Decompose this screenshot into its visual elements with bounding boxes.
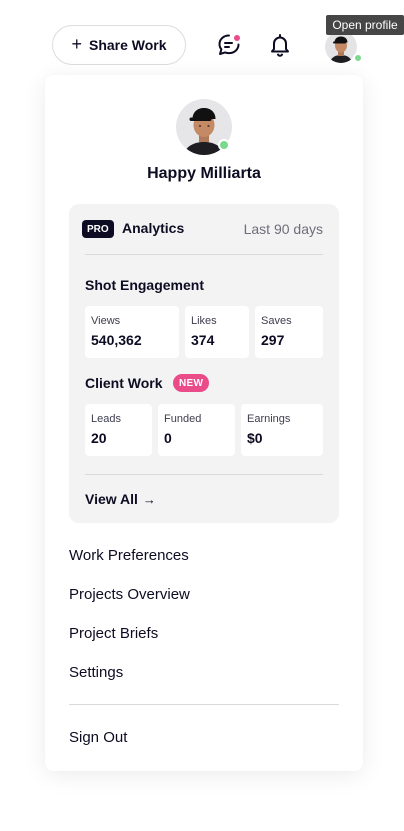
sign-out-link[interactable]: Sign Out — [69, 729, 127, 746]
stat-label: Likes — [191, 315, 217, 327]
stat-value: 20 — [91, 430, 107, 446]
stat-label: Funded — [164, 413, 202, 425]
stat-value: 540,362 — [91, 332, 142, 348]
new-badge: NEW — [173, 374, 210, 392]
analytics-card: PRO Analytics Last 90 days Shot Engageme… — [69, 204, 339, 523]
arrow-right-icon: → — [142, 491, 156, 507]
bell-icon — [271, 34, 289, 57]
stat-value: 297 — [261, 332, 285, 348]
pro-badge: PRO — [82, 220, 114, 238]
analytics-title: Analytics — [122, 220, 185, 236]
profile-name: Happy Milliarta — [147, 165, 261, 182]
stat-likes: Likes 374 — [185, 306, 249, 358]
stat-saves: Saves 297 — [255, 306, 323, 358]
stat-value: 0 — [164, 430, 172, 446]
stat-funded: Funded 0 — [158, 404, 235, 456]
stat-views: Views 540,362 — [85, 306, 179, 358]
top-navigation: + Share Work Open profile — [0, 0, 404, 80]
open-profile-tooltip: Open profile — [326, 15, 404, 35]
divider — [85, 254, 323, 255]
stat-earnings: Earnings $0 — [241, 404, 323, 456]
shot-engagement-title: Shot Engagement — [85, 277, 205, 293]
stat-label: Earnings — [247, 413, 291, 425]
view-all-label: View All — [85, 491, 138, 507]
stat-value: $0 — [247, 430, 263, 446]
online-status-indicator — [218, 139, 230, 151]
divider — [69, 704, 339, 705]
online-status-indicator — [353, 53, 363, 63]
stat-label: Leads — [91, 413, 121, 425]
profile-dropdown-menu: Happy Milliarta PRO Analytics Last 90 da… — [45, 75, 363, 771]
plus-icon: + — [71, 34, 82, 54]
client-work-title: Client Work — [85, 375, 163, 391]
menu-item-project-briefs[interactable]: Project Briefs — [69, 625, 158, 642]
menu-item-settings[interactable]: Settings — [69, 664, 123, 681]
menu-item-projects-overview[interactable]: Projects Overview — [69, 586, 190, 603]
stat-leads: Leads 20 — [85, 404, 152, 456]
share-work-label: Share Work — [88, 37, 167, 53]
date-range-label: Last 90 days — [243, 221, 323, 237]
view-all-link[interactable]: View All → — [85, 491, 156, 507]
notifications-button[interactable] — [266, 31, 294, 59]
stat-label: Views — [91, 315, 121, 327]
stat-value: 374 — [191, 332, 215, 348]
menu-item-work-preferences[interactable]: Work Preferences — [69, 547, 189, 564]
unread-messages-dot — [233, 34, 241, 42]
divider — [85, 474, 323, 475]
share-work-button[interactable]: + Share Work — [52, 25, 186, 65]
stat-label: Saves — [261, 315, 292, 327]
